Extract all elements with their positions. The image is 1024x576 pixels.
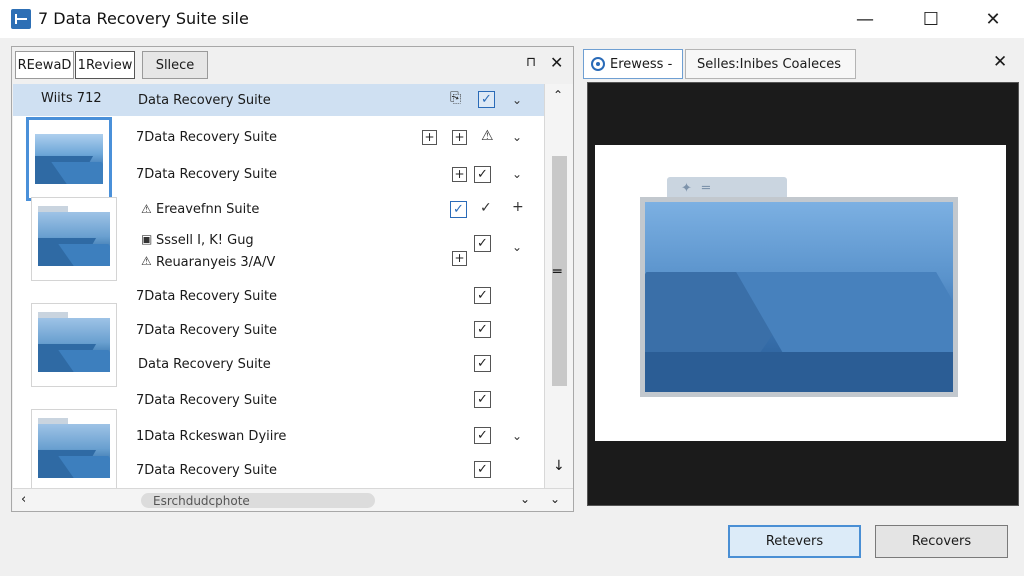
expand-icon[interactable]: +	[452, 251, 467, 266]
tab-label: Erewess -	[610, 56, 673, 72]
file-icon: ✦ ═	[681, 181, 713, 196]
chevron-down-icon[interactable]: ⌄	[512, 240, 522, 254]
minimize-button[interactable]: —	[842, 0, 888, 38]
horizontal-scrollbar[interactable]: ‹ Esrchdudcphote ⌄ ⌄	[13, 488, 573, 511]
row-checkbox[interactable]: ✓	[474, 321, 491, 338]
list-item-label[interactable]: 7Data Recovery Suite	[136, 393, 277, 408]
chevron-down-icon[interactable]: ⌄	[512, 93, 522, 107]
grip-icon: ═	[553, 264, 562, 280]
preview-panel: ✦ ═	[587, 82, 1019, 506]
maximize-icon: ☐	[922, 8, 940, 30]
row-checkbox[interactable]: ✓	[474, 287, 491, 304]
list-item-label[interactable]: 7Data Recovery Suite	[136, 289, 277, 304]
pane-close-icon[interactable]: ✕	[550, 53, 563, 72]
chevron-down-icon[interactable]: ⌄	[520, 492, 530, 506]
scroll-up-icon[interactable]: ⌃	[553, 88, 563, 102]
scroll-down-icon[interactable]: ⌄	[550, 492, 560, 506]
scrollbar-label: Esrchdudcphote	[153, 494, 250, 508]
pin-icon[interactable]: ⊓	[526, 55, 536, 70]
warning-icon: ⚠	[141, 202, 152, 216]
chevron-down-icon[interactable]: ⌄	[512, 429, 522, 443]
tab-label: Selles:Inibes Coaleces	[697, 56, 841, 72]
expand-icon[interactable]: +	[452, 167, 467, 182]
list-item-label[interactable]: Ereavefnn Suite	[156, 202, 259, 217]
chevron-down-icon[interactable]: ⌄	[512, 130, 522, 144]
vertical-scrollbar[interactable]: ⌃ ═ ↓	[544, 84, 573, 488]
maximize-button[interactable]: ☐	[908, 0, 954, 38]
chevron-down-icon[interactable]: ⌄	[512, 167, 522, 181]
row-checkbox[interactable]: ✓	[450, 201, 467, 218]
list-item-label[interactable]: 7Data Recovery Suite	[136, 130, 277, 145]
list-header: Wiits 712	[41, 91, 102, 106]
list-item-label[interactable]: 1Data Rckeswan Dyiire	[136, 429, 286, 444]
document-icon: ▣	[141, 232, 153, 246]
scroll-down-icon[interactable]: ↓	[553, 458, 565, 474]
preview-tab-bar: Erewess - Selles:Inibes Coaleces ✕	[583, 47, 1023, 80]
row-checkbox[interactable]: ✓	[474, 391, 491, 408]
row-checkbox[interactable]: ✓	[474, 166, 491, 183]
gear-icon	[591, 57, 605, 71]
tab-review[interactable]: 1Review	[75, 51, 135, 79]
list-item-label[interactable]: Data Recovery Suite	[138, 357, 271, 372]
thumbnail-image[interactable]	[26, 117, 112, 201]
file-list-pane: REewaD 1Review Sllece ⊓ ✕ Wiits 712 Data…	[11, 46, 574, 512]
preview-image	[640, 197, 958, 397]
check-icon: ✓	[480, 200, 492, 216]
thumbnail-folder[interactable]	[31, 197, 117, 281]
close-button[interactable]: ✕	[970, 0, 1016, 38]
row-checkbox[interactable]: ✓	[478, 91, 495, 108]
title-bar: 7 Data Recovery Suite sile — ☐ ✕	[0, 0, 1024, 38]
list-item-label[interactable]: Data Recovery Suite	[138, 93, 271, 108]
row-checkbox[interactable]: ✓	[474, 427, 491, 444]
warning-icon: ⚠	[141, 254, 152, 268]
retevers-button[interactable]: Retevers	[728, 525, 861, 558]
preview-canvas: ✦ ═	[595, 145, 1006, 441]
row-checkbox[interactable]: ✓	[474, 355, 491, 372]
list-item-label[interactable]: Reuaranyeis 3/A/V	[156, 255, 275, 270]
window-title: 7 Data Recovery Suite sile	[38, 9, 249, 28]
document-icon[interactable]: ⎘	[450, 90, 461, 106]
thumbnail-folder[interactable]	[31, 409, 117, 488]
scroll-left-icon[interactable]: ‹	[21, 492, 26, 507]
recovers-button[interactable]: Recovers	[875, 525, 1008, 558]
file-list: Wiits 712 Data Recovery Suite ⎘ ✓ ⌄ 7Dat…	[13, 84, 544, 488]
row-checkbox[interactable]: ✓	[474, 235, 491, 252]
preview-close-icon[interactable]: ✕	[993, 52, 1007, 72]
list-item-label[interactable]: 7Data Recovery Suite	[136, 167, 277, 182]
row-checkbox[interactable]: ✓	[474, 461, 491, 478]
plus-icon[interactable]: +	[512, 199, 524, 215]
thumbnail-folder[interactable]	[31, 303, 117, 387]
app-icon	[11, 9, 31, 29]
tab-erewess[interactable]: Erewess -	[583, 49, 683, 79]
list-item-label[interactable]: Sssell I, K! Gug	[156, 233, 254, 248]
tab-reewad[interactable]: REewaD	[15, 51, 74, 79]
minimize-icon: —	[856, 8, 874, 30]
list-item-label[interactable]: 7Data Recovery Suite	[136, 323, 277, 338]
warning-icon: ⚠	[481, 128, 494, 144]
expand-icon[interactable]: +	[452, 130, 467, 145]
tab-sllece[interactable]: Sllece	[142, 51, 208, 79]
list-item-label[interactable]: 7Data Recovery Suite	[136, 463, 277, 478]
tab-selles[interactable]: Selles:Inibes Coaleces	[685, 49, 856, 79]
close-icon: ✕	[985, 8, 1001, 30]
expand-icon[interactable]: +	[422, 130, 437, 145]
